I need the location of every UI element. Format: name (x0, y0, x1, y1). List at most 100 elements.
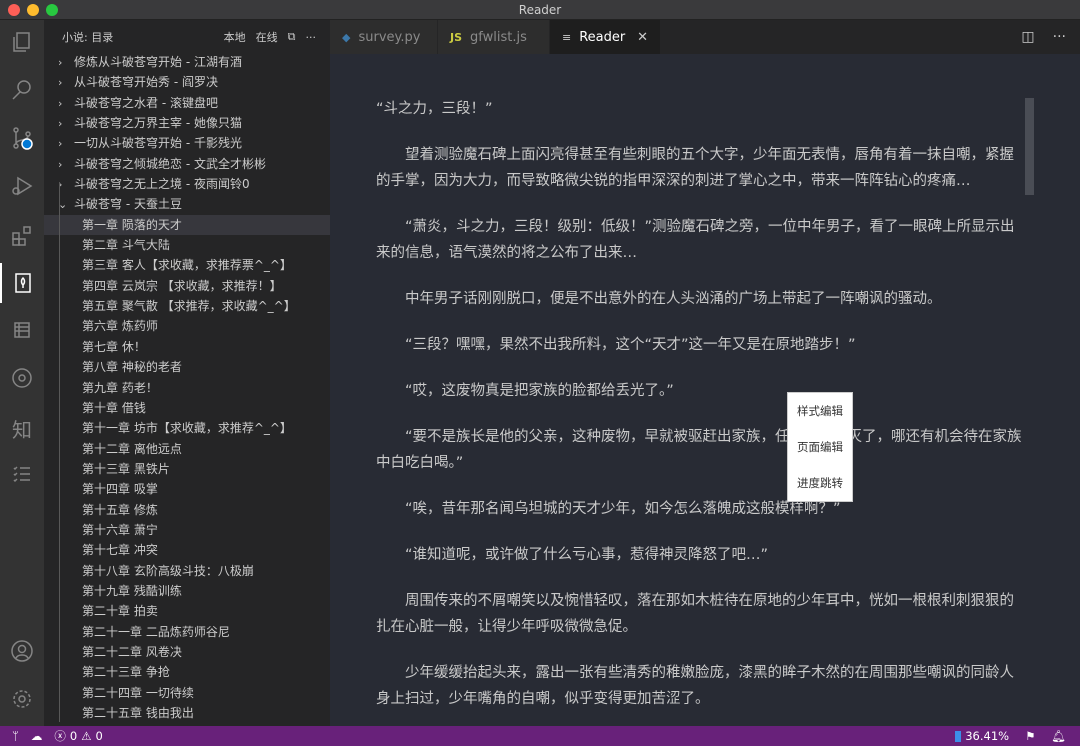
scrollbar-thumb[interactable] (1025, 98, 1034, 195)
close-window-button[interactable] (8, 4, 20, 16)
warning-icon: ⚠ (81, 729, 92, 743)
checklist-icon[interactable] (0, 454, 44, 494)
chapter-item[interactable]: 第二十五章 钱由我出 (44, 703, 330, 723)
paragraph: 望着测验魔石碑上面闪亮得甚至有些刺眼的五个大字，少年面无表情，唇角有着一抹自嘲，… (376, 147, 1014, 189)
chevron-right-icon: › (58, 157, 63, 171)
source-control-icon[interactable] (0, 118, 44, 158)
split-editor-icon[interactable]: ◫ (1021, 29, 1034, 45)
chapter-item[interactable]: 第十七章 冲突 (44, 540, 330, 560)
chapter-item[interactable]: 第十三章 黑铁片 (44, 459, 330, 479)
more-actions-icon[interactable]: ··· (306, 31, 317, 44)
chapter-item[interactable]: 第五章 聚气散 【求推荐，求收藏^_^】 (44, 296, 330, 316)
branch-icon[interactable]: ᛘ (12, 729, 19, 743)
book-tree: › 修炼从斗破苍穹开始 - 江湖有酒 › 从斗破苍穹开始秀 - 阎罗决 › 斗破苍穹之水君… (44, 52, 330, 723)
chapter-item[interactable]: 第八章 神秘的老者 (44, 357, 330, 377)
sidebar: 小说: 目录 本地 在线 ⧉ ··· › 修炼从斗破苍穹开始 - 江湖有酒 › 从斗破… (44, 20, 330, 726)
chapter-item[interactable]: 第十九章 残酷训练 (44, 581, 330, 601)
book-item[interactable]: › 从斗破苍穹开始秀 - 阎罗决 (44, 72, 330, 92)
reader-book-icon[interactable] (0, 263, 44, 303)
tree-indent-guide (59, 182, 60, 722)
book-item[interactable]: ⌄ 斗破苍穹 - 天蚕土豆 (44, 194, 330, 214)
chapter-item[interactable]: 第十一章 坊市【求收藏，求推荐^_^】 (44, 418, 330, 438)
book-title: 斗破苍穹之水君 - 滚键盘吧 (74, 95, 218, 110)
search-icon[interactable] (0, 70, 44, 110)
extensions-icon[interactable] (0, 216, 44, 256)
paragraph: “要不是族长是他的父亲，这种废物，早就被驱赶出家族，任其自生自灭了，哪还有机会待… (376, 429, 1022, 471)
book-title: 从斗破苍穹开始秀 - 阎罗决 (74, 75, 218, 90)
chapter-item[interactable]: 第二十一章 二品炼药师谷尼 (44, 622, 330, 642)
problems-indicator[interactable]: ⓧ 0 ⚠ 0 (54, 728, 102, 744)
reading-progress[interactable]: 36.41% (955, 729, 1009, 743)
book-item[interactable]: › 斗破苍穹之无上之境 - 夜雨闻铃0 (44, 174, 330, 194)
menu-item-progress-jump[interactable]: 进度跳转 (788, 465, 852, 501)
paragraph: “哎，这废物真是把家族的脸都给丢光了。” (405, 383, 674, 399)
chapter-item[interactable]: 第十五章 修炼 (44, 500, 330, 520)
chapter-item[interactable]: 第七章 休！ (44, 337, 330, 357)
chapter-item[interactable]: 第一章 陨落的天才 (44, 214, 330, 236)
paragraph: “谁知道呢，或许做了什么亏心事，惹得神灵降怒了吧…” (405, 547, 769, 563)
chapter-item[interactable]: 第四章 云岚宗 【求收藏，求推荐！】 (44, 276, 330, 296)
chapter-item[interactable]: 第十八章 玄阶高级斗技：八极崩 (44, 561, 330, 581)
list-panel-icon[interactable] (0, 310, 44, 350)
chapter-item[interactable]: 第十二章 离他远点 (44, 439, 330, 459)
error-icon: ⓧ (54, 729, 66, 743)
close-tab-icon[interactable]: ✕ (637, 30, 648, 45)
chapter-item[interactable]: 第十章 借钱 (44, 398, 330, 418)
settings-gear-icon[interactable] (0, 679, 44, 719)
collapse-all-icon[interactable]: ⧉ (288, 30, 296, 44)
window-title: Reader (518, 3, 562, 17)
tab-label: survey.py (358, 29, 421, 45)
chapter-item[interactable]: 第九章 药老！ (44, 378, 330, 398)
chapter-item[interactable]: 第二十二章 风卷决 (44, 642, 330, 662)
chapter-item[interactable]: 第十四章 吸掌 (44, 479, 330, 499)
chapter-item[interactable]: 第二十章 拍卖 (44, 601, 330, 621)
run-debug-icon[interactable] (0, 166, 44, 206)
feedback-icon[interactable]: ⚑ (1025, 729, 1035, 743)
book-progress-icon (955, 730, 962, 742)
tab-label: Reader (579, 29, 626, 45)
reader-content: “斗之力，三段！” 望着测验魔石碑上面闪亮得甚至有些刺眼的五个大字，少年面无表情，… (376, 96, 1024, 732)
chapter-item[interactable]: 第二十三章 争抢 (44, 662, 330, 682)
disc-icon[interactable] (0, 358, 44, 398)
reader-tab-icon: ≡ (562, 30, 572, 44)
explorer-icon[interactable] (0, 22, 44, 62)
zhihu-icon[interactable]: 知 (0, 408, 44, 448)
activity-bar: 知 (0, 20, 44, 726)
sync-cloud-icon[interactable]: ☁ (31, 729, 43, 743)
error-count: 0 (69, 729, 78, 743)
sidebar-title: 小说: 目录 (62, 31, 114, 44)
book-item[interactable]: › 斗破苍穹之万界主宰 - 她像只猫 (44, 113, 330, 133)
menu-item-page-edit[interactable]: 页面编辑 (788, 429, 852, 465)
book-title: 斗破苍穹之倾城绝恋 - 文武全才彬彬 (74, 156, 266, 171)
chevron-right-icon: › (58, 178, 63, 192)
book-title: 斗破苍穹之无上之境 - 夜雨闻铃0 (74, 177, 250, 192)
paragraph: 少年缓缓抬起头来，露出一张有些清秀的稚嫩脸庞，漆黑的眸子木然的在周围那些嘲讽的同… (376, 665, 1014, 707)
book-item[interactable]: › 修炼从斗破苍穹开始 - 江湖有酒 (44, 52, 330, 72)
book-item[interactable]: › 斗破苍穹之倾城绝恋 - 文武全才彬彬 (44, 154, 330, 174)
book-item[interactable]: › 斗破苍穹之水君 - 滚键盘吧 (44, 93, 330, 113)
tab-reader[interactable]: ≡ Reader ✕ (550, 20, 661, 54)
chapter-item[interactable]: 第十六章 萧宁 (44, 520, 330, 540)
minimize-window-button[interactable] (27, 4, 39, 16)
chevron-down-icon: ⌄ (58, 198, 68, 212)
online-button[interactable]: 在线 (256, 29, 278, 45)
local-button[interactable]: 本地 (224, 29, 246, 45)
book-item[interactable]: › 一切从斗破苍穹开始 - 千影残光 (44, 133, 330, 153)
chapter-item[interactable]: 第六章 炼药师 (44, 316, 330, 336)
progress-value: 36.41% (965, 729, 1010, 743)
chevron-right-icon: › (58, 117, 63, 131)
chapter-item[interactable]: 第二十四章 一切待续 (44, 683, 330, 703)
sidebar-header: 小说: 目录 本地 在线 ⧉ ··· (44, 20, 330, 54)
menu-item-style-edit[interactable]: 样式编辑 (788, 393, 852, 429)
tab-gfwlist-js[interactable]: JS gfwlist.js (438, 20, 550, 54)
status-bar: ᛘ ☁ ⓧ 0 ⚠ 0 36.41% ⚑ 🔔︎ (0, 726, 1080, 746)
chapter-item[interactable]: 第二章 斗气大陆 (44, 235, 330, 255)
maximize-window-button[interactable] (46, 4, 58, 16)
account-icon[interactable] (0, 631, 44, 671)
chapter-item[interactable]: 第三章 客人【求收藏，求推荐票^_^】 (44, 255, 330, 275)
tab-survey-py[interactable]: ◆ survey.py (330, 20, 438, 54)
paragraph: 中年男子话刚刚脱口，便是不出意外的在人头汹涌的广场上带起了一阵嘲讽的骚动。 (405, 291, 942, 307)
editor-more-icon[interactable]: ··· (1053, 29, 1066, 45)
notifications-bell-icon[interactable]: 🔔︎ (1051, 729, 1066, 743)
reader-view: “斗之力，三段！” 望着测验魔石碑上面闪亮得甚至有些刺眼的五个大字，少年面无表情，… (330, 54, 1080, 726)
